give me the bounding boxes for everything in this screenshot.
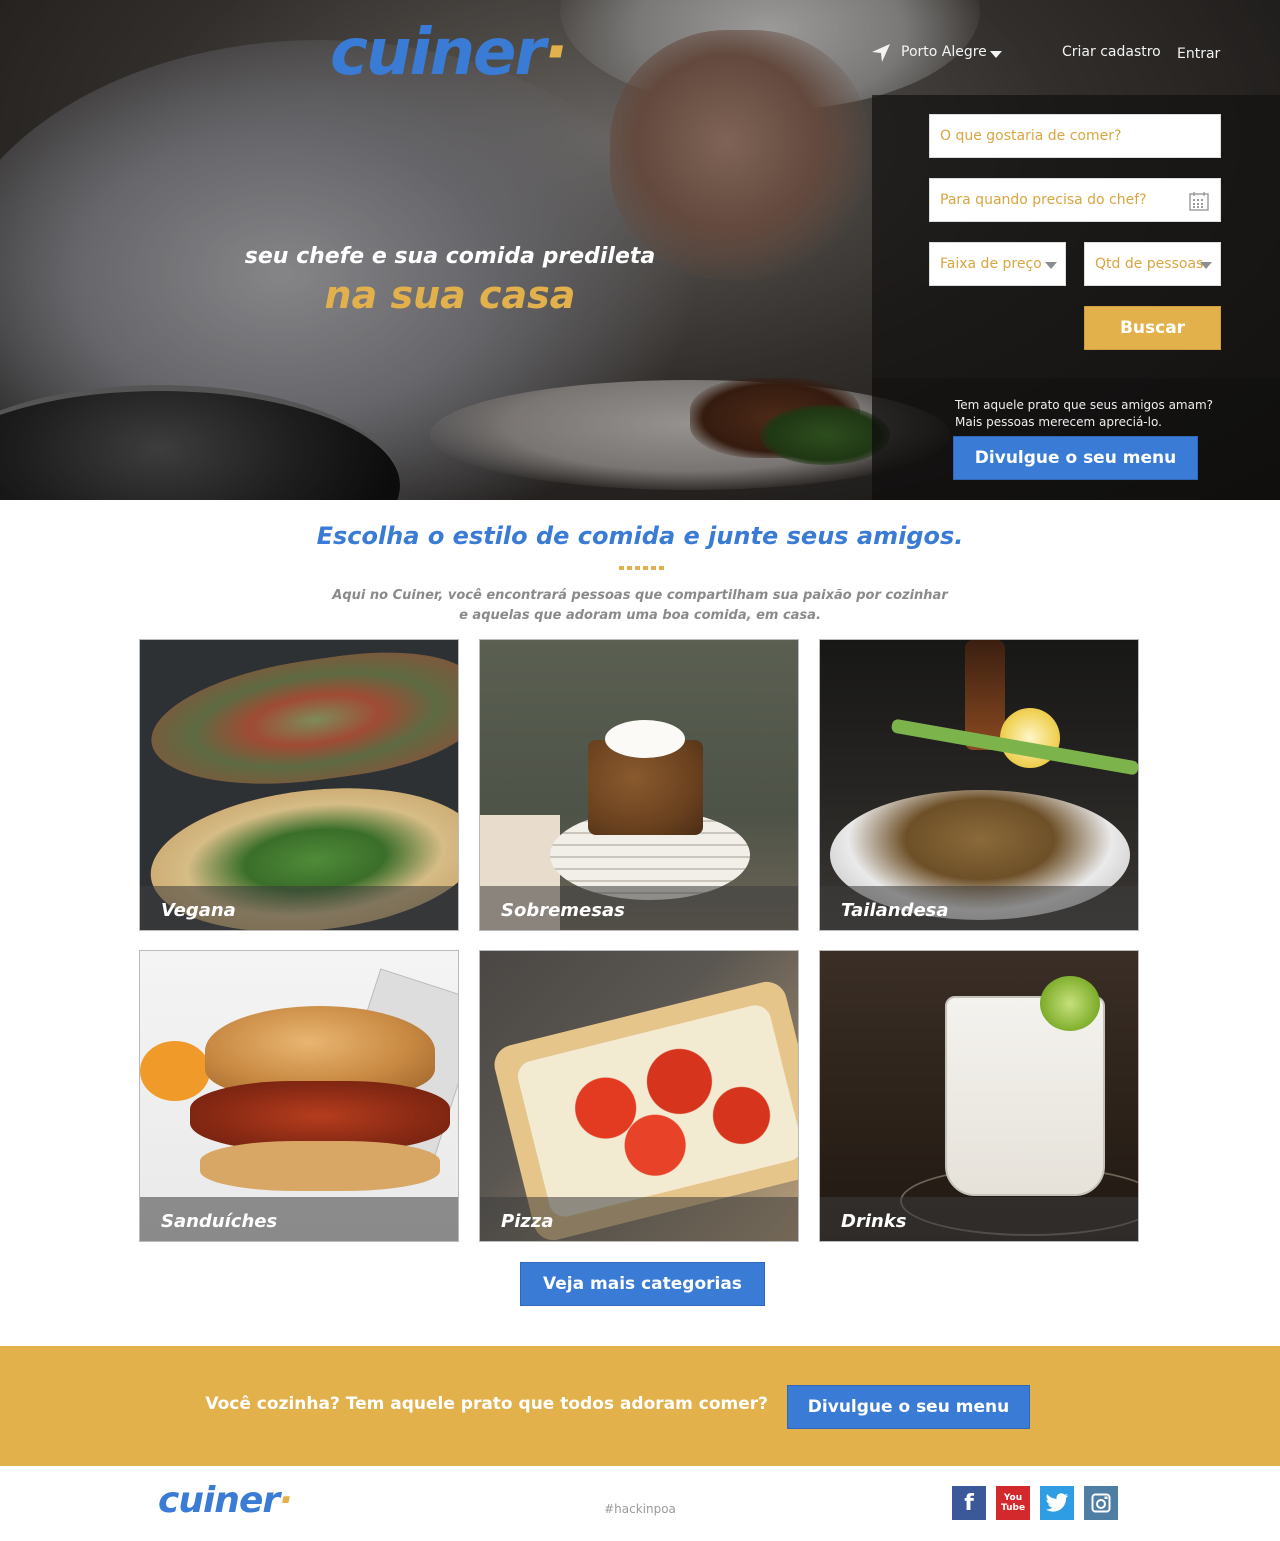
category-card-tailandesa[interactable]: Tailandesa (819, 639, 1139, 931)
footer: cuiner· #hackinpoa f You Tube (0, 1466, 1280, 1541)
instagram-icon[interactable] (1084, 1486, 1118, 1520)
chevron-down-icon[interactable] (990, 51, 1002, 58)
top-nav: Porto Alegre Criar cadastro Entrar (870, 42, 1230, 64)
price-range-select[interactable]: Faixa de preço (929, 242, 1066, 286)
category-card-sobremesas[interactable]: Sobremesas (479, 639, 799, 931)
more-categories-button[interactable]: Veja mais categorias (520, 1262, 765, 1306)
people-count-label: Qtd de pessoas (1095, 256, 1204, 272)
food-search-input[interactable]: O que gostaria de comer? (929, 114, 1221, 158)
twitter-bird-icon (1045, 1493, 1069, 1512)
section-subtitle: Aqui no Cuiner, você encontrará pessoas … (0, 586, 1280, 626)
search-button[interactable]: Buscar (1084, 306, 1221, 350)
category-card-vegana[interactable]: Vegana (139, 639, 459, 931)
search-panel: O que gostaria de comer? Para quando pre… (872, 95, 1280, 500)
category-grid: Vegana Sobremesas Tailandesa Sanduíches … (139, 639, 1139, 1242)
hero-banner: cuiner· Porto Alegre Criar cadastro Entr… (0, 0, 1280, 500)
category-label: Pizza (501, 1211, 554, 1232)
youtube-icon[interactable]: You Tube (996, 1486, 1030, 1520)
tagline-line-2: na sua casa (324, 273, 576, 317)
promo-line-1: Tem aquele prato que seus amigos amam? (955, 398, 1214, 412)
twitter-icon[interactable] (1040, 1486, 1074, 1520)
chevron-down-icon (1045, 262, 1057, 269)
category-label: Vegana (161, 900, 236, 921)
category-label: Sobremesas (501, 900, 625, 921)
cta-publish-menu-button[interactable]: Divulgue o seu menu (787, 1385, 1030, 1429)
category-card-pizza[interactable]: Pizza (479, 950, 799, 1242)
location-arrow-icon (872, 44, 890, 62)
subtitle-line-2: e aquelas que adoram uma boa comida, em … (459, 608, 821, 623)
cook-cta-band: Você cozinha? Tem aquele prato que todos… (0, 1346, 1280, 1466)
section-title: Escolha o estilo de comida e junte seus … (316, 522, 964, 550)
calendar-icon[interactable] (1188, 190, 1210, 212)
cta-text: Você cozinha? Tem aquele prato que todos… (205, 1394, 768, 1414)
instagram-camera-icon (1091, 1493, 1111, 1513)
publish-menu-button[interactable]: Divulgue o seu menu (953, 436, 1198, 480)
promo-text: Tem aquele prato que seus amigos amam? M… (955, 397, 1215, 431)
header-logo[interactable]: cuiner· (330, 16, 568, 90)
food-search-placeholder: O que gostaria de comer? (940, 128, 1122, 144)
category-label: Drinks (841, 1211, 907, 1232)
facebook-icon[interactable]: f (952, 1486, 986, 1520)
price-range-label: Faixa de preço (940, 256, 1042, 272)
chevron-down-icon (1200, 262, 1212, 269)
category-label: Tailandesa (841, 900, 949, 921)
date-input-placeholder: Para quando precisa do chef? (940, 192, 1147, 208)
subtitle-line-1: Aqui no Cuiner, você encontrará pessoas … (332, 588, 948, 603)
people-count-select[interactable]: Qtd de pessoas (1084, 242, 1221, 286)
signup-link[interactable]: Criar cadastro (1062, 44, 1161, 60)
hero-tagline: seu chefe e sua comida predileta na sua … (240, 244, 660, 317)
promo-line-2: Mais pessoas merecem apreciá-lo. (955, 415, 1162, 429)
title-divider (619, 566, 665, 570)
tagline-line-1: seu chefe e sua comida predileta (244, 244, 656, 269)
category-label: Sanduíches (161, 1211, 278, 1232)
category-card-drinks[interactable]: Drinks (819, 950, 1139, 1242)
location-selector[interactable]: Porto Alegre (901, 44, 987, 60)
category-card-sanduiches[interactable]: Sanduíches (139, 950, 459, 1242)
login-link[interactable]: Entrar (1177, 46, 1220, 62)
date-input[interactable]: Para quando precisa do chef? (929, 178, 1221, 222)
